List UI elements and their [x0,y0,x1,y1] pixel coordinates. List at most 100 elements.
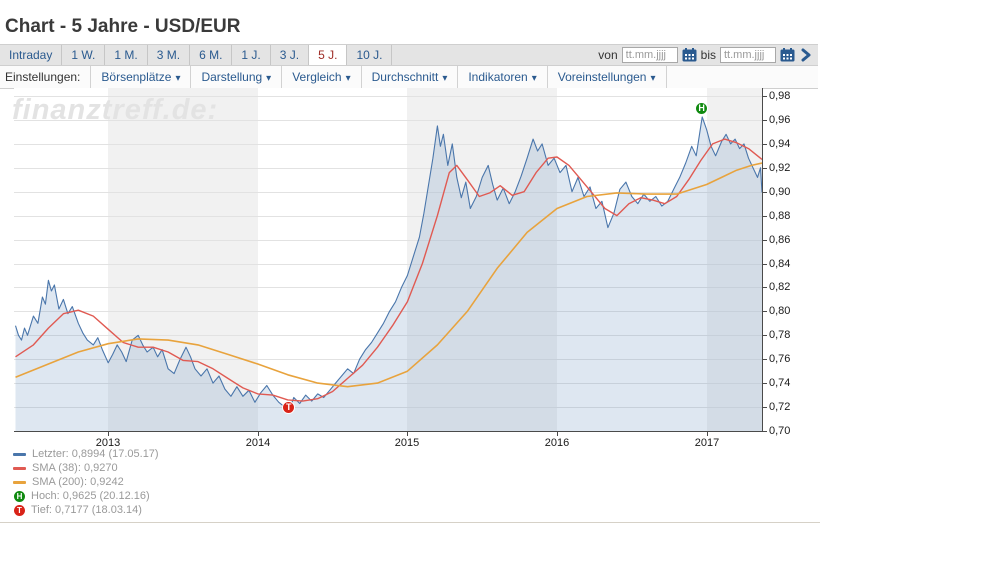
period-button-1m[interactable]: 1 M. [105,45,148,65]
dropdown-label: Indikatoren [468,70,528,84]
legend-text: Letzter: 0,8994 (17.05.17) [32,448,159,460]
legend-item: H Hoch: 0,9625 (20.12.16) [13,489,159,503]
x-tick [407,432,408,436]
page-title: Chart - 5 Jahre - USD/EUR [5,16,241,37]
legend-text: SMA (38): 0,9270 [32,462,118,474]
chevron-down-icon: ▾ [266,73,272,84]
y-tick [763,240,767,241]
period-button-1w[interactable]: 1 W. [62,45,106,65]
period-button-6m[interactable]: 6 M. [190,45,233,65]
x-tick [557,432,558,436]
calendar-icon[interactable] [682,48,697,62]
y-tick [763,359,767,360]
plot-area[interactable]: HT [14,88,762,431]
period-button-intraday[interactable]: Intraday [0,45,63,65]
y-tick [763,431,767,432]
dropdown-label: Vergleich [292,70,342,84]
y-tick [763,168,767,169]
y-tick [763,335,767,336]
dropdown-label: Voreinstellungen [557,70,647,84]
bis-date-input[interactable] [720,47,776,63]
y-tick-label: 0,94 [769,138,791,150]
y-tick-label: 0,82 [769,281,791,293]
y-tick [763,96,767,97]
chevron-down-icon: ▾ [531,73,537,84]
period-button-10j[interactable]: 10 J. [347,45,393,65]
legend-item: SMA (38): 0,9270 [13,461,159,475]
legend-text: Hoch: 0,9625 (20.12.16) [31,490,150,502]
y-axis-line [762,88,763,432]
dropdown-durchschnitt[interactable]: Durchschnitt ▾ [362,66,459,88]
period-button-1j[interactable]: 1 J. [232,45,271,65]
settings-dropdowns: Börsenplätze ▾ Darstellung ▾ Vergleich ▾ Durch… [91,66,667,88]
high-marker: H [695,101,709,115]
chevron-down-icon: ▾ [345,73,351,84]
x-tick-label: 2014 [245,437,271,449]
y-tick-label: 0,84 [769,258,791,270]
y-tick [763,287,767,288]
y-tick-label: 0,80 [769,305,791,317]
settings-label: Einstellungen: [0,66,92,88]
legend-text: SMA (200): 0,9242 [32,476,124,488]
y-tick-label: 0,76 [769,353,791,365]
date-range-group: von bis [598,45,818,65]
dropdown-label: Durchschnitt [371,70,439,84]
legend-line-swatch [13,466,26,470]
x-tick-label: 2015 [394,437,420,449]
y-tick-label: 0,98 [769,90,791,102]
period-toolbar: Intraday 1 W. 1 M. 3 M. 6 M. 1 J. 3 J. 5 J. 10 J… [0,44,818,66]
dropdown-indikatoren[interactable]: Indikatoren ▾ [458,66,548,88]
legend-item: T Tief: 0,7177 (18.03.14) [13,503,159,517]
bis-label: bis [700,48,716,62]
legend-line-swatch [13,452,26,456]
legend-item: SMA (200): 0,9242 [13,475,159,489]
price-area-fill [15,116,762,431]
y-tick-label: 0,92 [769,162,791,174]
x-tick-label: 2017 [694,437,720,449]
chart-area[interactable]: finanztreff.de: HT 0,98 0,96 0,94 0,92 0,90 0… [0,88,818,449]
von-date-input[interactable] [621,47,678,63]
high-badge-icon: H [14,490,25,502]
low-marker: T [282,400,296,414]
dropdown-voreinstellungen[interactable]: Voreinstellungen ▾ [548,66,667,88]
y-tick-label: 0,90 [769,186,791,198]
apply-range-chevron-icon[interactable] [801,48,812,62]
legend-item: Letzter: 0,8994 (17.05.17) [13,447,159,461]
y-tick [763,407,767,408]
chart-legend: Letzter: 0,8994 (17.05.17) SMA (38): 0,92… [13,447,159,517]
period-button-3m[interactable]: 3 M. [148,45,191,65]
dropdown-darstellung[interactable]: Darstellung ▾ [191,66,283,88]
legend-line-swatch [13,480,26,484]
y-tick [763,192,767,193]
y-tick-label: 0,74 [769,377,791,389]
dropdown-label: Darstellung [201,70,263,84]
y-tick [763,120,767,121]
dropdown-vergleich[interactable]: Vergleich ▾ [282,66,362,88]
y-tick-label: 0,86 [769,234,791,246]
y-tick-label: 0,70 [769,425,791,437]
von-label: von [598,48,618,62]
y-tick [763,216,767,217]
period-button-5j[interactable]: 5 J. [309,45,348,65]
y-tick [763,311,767,312]
low-badge-icon: T [14,504,25,516]
chevron-down-icon: ▾ [175,73,181,84]
divider [0,522,820,523]
legend-text: Tief: 0,7177 (18.03.14) [31,504,142,516]
calendar-icon[interactable] [780,48,795,62]
period-button-3j[interactable]: 3 J. [271,45,310,65]
dropdown-label: Börsenplätze [101,70,172,84]
x-tick [707,432,708,436]
y-tick-label: 0,96 [769,114,791,126]
x-tick [108,432,109,436]
x-tick-label: 2016 [544,437,570,449]
y-tick-label: 0,88 [769,210,791,222]
period-buttons: Intraday 1 W. 1 M. 3 M. 6 M. 1 J. 3 J. 5 J. 10 J… [0,45,393,65]
y-tick [763,144,767,145]
y-tick-label: 0,72 [769,401,791,413]
dropdown-börsenplätze[interactable]: Börsenplätze ▾ [91,66,192,88]
y-tick [763,264,767,265]
settings-toolbar: Einstellungen: Börsenplätze ▾ Darstellung ▾… [0,66,818,89]
page: Chart - 5 Jahre - USD/EUR Intraday 1 W. 1 … [0,0,999,562]
y-tick [763,383,767,384]
